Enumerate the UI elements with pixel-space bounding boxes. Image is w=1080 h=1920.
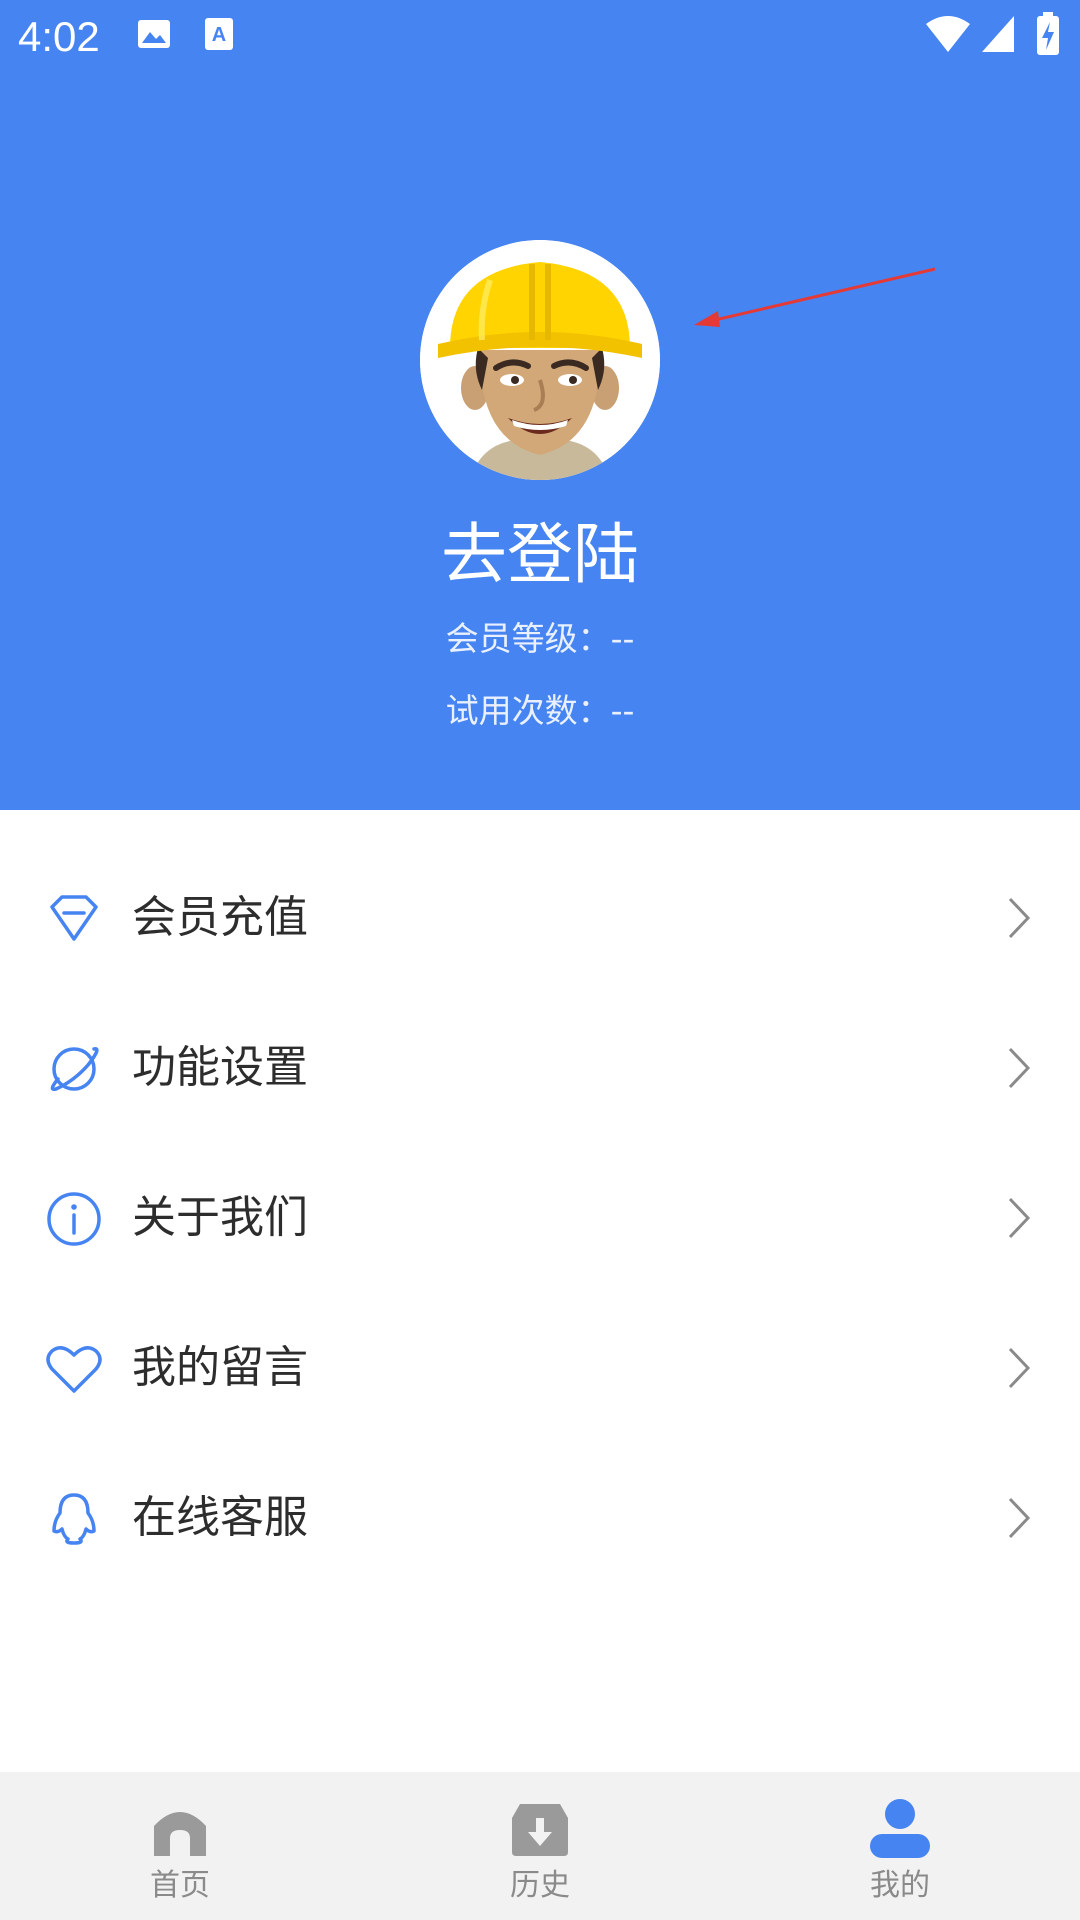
menu-item-vip-recharge[interactable]: 会员充值	[0, 840, 1080, 990]
tab-mine[interactable]: 我的	[720, 1772, 1080, 1920]
chevron-right-icon	[1008, 1347, 1031, 1389]
tab-history[interactable]: 历史	[360, 1772, 720, 1920]
info-icon	[47, 1192, 101, 1246]
planet-icon	[50, 1047, 99, 1092]
menu-item-my-messages[interactable]: 我的留言	[0, 1290, 1080, 1440]
chevron-right-icon	[1008, 1047, 1031, 1089]
menu-list: 会员充值 功能设置 关于我们 我的留言 在线客服	[0, 840, 1080, 1590]
menu-item-label: 我的留言	[132, 1342, 308, 1393]
person-icon	[870, 1799, 930, 1858]
status-time: 4:02	[18, 13, 100, 60]
svg-text:A: A	[212, 24, 226, 46]
profile-header: 4:02 A 去登陆 会员等级：-- 试用次数：--	[0, 0, 1080, 810]
menu-item-label: 关于我们	[132, 1192, 308, 1243]
tab-label: 我的	[870, 1868, 930, 1903]
trial-count: 试用次数：--	[445, 691, 635, 730]
annotation-arrow	[694, 267, 936, 327]
text-a-icon: A	[204, 16, 234, 56]
tab-label: 首页	[150, 1868, 210, 1903]
menu-item-settings[interactable]: 功能设置	[0, 990, 1080, 1140]
qq-penguin-icon	[52, 1493, 96, 1545]
construction-worker-avatar	[420, 240, 660, 480]
menu-item-label: 功能设置	[132, 1042, 308, 1093]
heart-icon	[46, 1346, 102, 1393]
image-icon	[136, 16, 172, 56]
member-level: 会员等级：--	[445, 619, 635, 658]
tab-label: 历史	[510, 1868, 570, 1903]
status-bar: 4:02 A	[0, 0, 1080, 74]
home-icon	[154, 1812, 206, 1856]
bottom-tab-bar: 首页 历史 我的	[0, 1772, 1080, 1920]
avatar[interactable]	[420, 240, 660, 480]
tab-home[interactable]: 首页	[0, 1772, 360, 1920]
download-box-icon	[512, 1804, 568, 1856]
diamond-icon	[50, 895, 98, 941]
chevron-right-icon	[1008, 1197, 1031, 1239]
wifi-icon	[924, 14, 972, 58]
menu-item-label: 在线客服	[132, 1492, 308, 1543]
chevron-right-icon	[1008, 1497, 1031, 1539]
chevron-right-icon	[1008, 897, 1031, 939]
menu-item-label: 会员充值	[132, 892, 308, 943]
menu-item-online-service[interactable]: 在线客服	[0, 1440, 1080, 1590]
menu-item-about-us[interactable]: 关于我们	[0, 1140, 1080, 1290]
login-title[interactable]: 去登陆	[0, 510, 1080, 600]
battery-charging-icon	[1036, 12, 1060, 60]
signal-icon	[980, 14, 1016, 58]
